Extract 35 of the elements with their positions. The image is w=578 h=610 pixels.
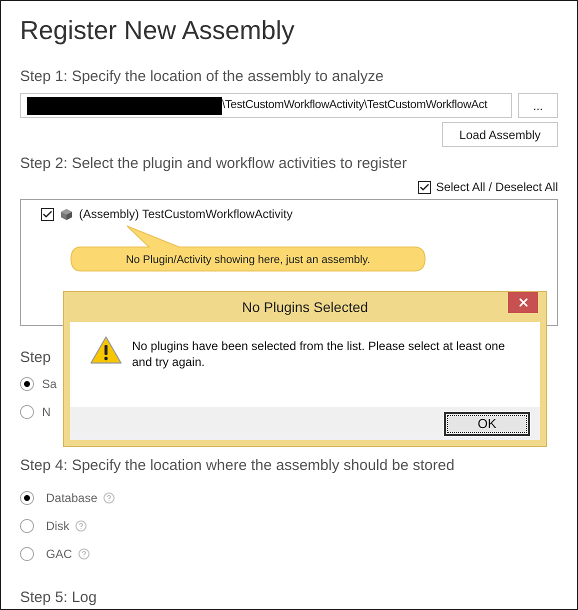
callout-text: No Plugin/Activity showing here, just an assembly. [124, 253, 372, 268]
browse-button[interactable]: ... [518, 93, 558, 118]
warning-icon [90, 336, 122, 364]
step-heading: Step 5: Log [20, 588, 98, 608]
dialog-title: No Plugins Selected [242, 298, 368, 317]
checkbox[interactable] [41, 208, 54, 220]
radio-button[interactable] [20, 519, 34, 533]
path-text: \TestCustomWorkflowActivity\TestCustomWorkflowAct [222, 98, 488, 113]
close-icon [516, 296, 530, 309]
package-icon [60, 208, 73, 220]
checkbox[interactable] [418, 180, 431, 194]
radio-button[interactable] [20, 405, 34, 419]
radio-button[interactable] [20, 547, 34, 561]
path-field[interactable]: \TestCustomWorkflowActivity\TestCustomWorkflowAct [20, 93, 512, 118]
radio-label: Database [46, 490, 98, 507]
radio-button[interactable] [20, 377, 34, 391]
help-icon[interactable] [103, 492, 116, 504]
page-title: Register New Assembly [20, 14, 296, 47]
list-item-label[interactable]: (Assembly) TestCustomWorkflowActivity [79, 205, 293, 223]
select-all-label: Select All / Deselect All [436, 179, 558, 196]
radio-label: GAC [46, 546, 72, 563]
ok-button[interactable]: OK [444, 412, 530, 436]
close-button[interactable] [508, 292, 538, 313]
step-heading: Step [20, 348, 51, 368]
load-assembly-button[interactable]: Load Assembly [442, 122, 558, 147]
help-icon[interactable] [78, 548, 90, 560]
dialog-message: No plugins have been selected from the list. Please select at least one and try again. [132, 338, 506, 370]
step-heading: Step 1: Specify the location of the assembly to analyze [20, 67, 385, 87]
radio-label: Sa [42, 376, 57, 393]
radio-label: N [42, 404, 51, 421]
help-icon[interactable] [75, 520, 88, 532]
radio-button[interactable] [20, 491, 34, 505]
step-heading: Step 2: Select the plugin and workflow activities to register [20, 154, 408, 174]
step-heading: Step 4: Specify the location where the assembly should be stored [20, 456, 454, 476]
radio-label: Disk [46, 518, 70, 535]
